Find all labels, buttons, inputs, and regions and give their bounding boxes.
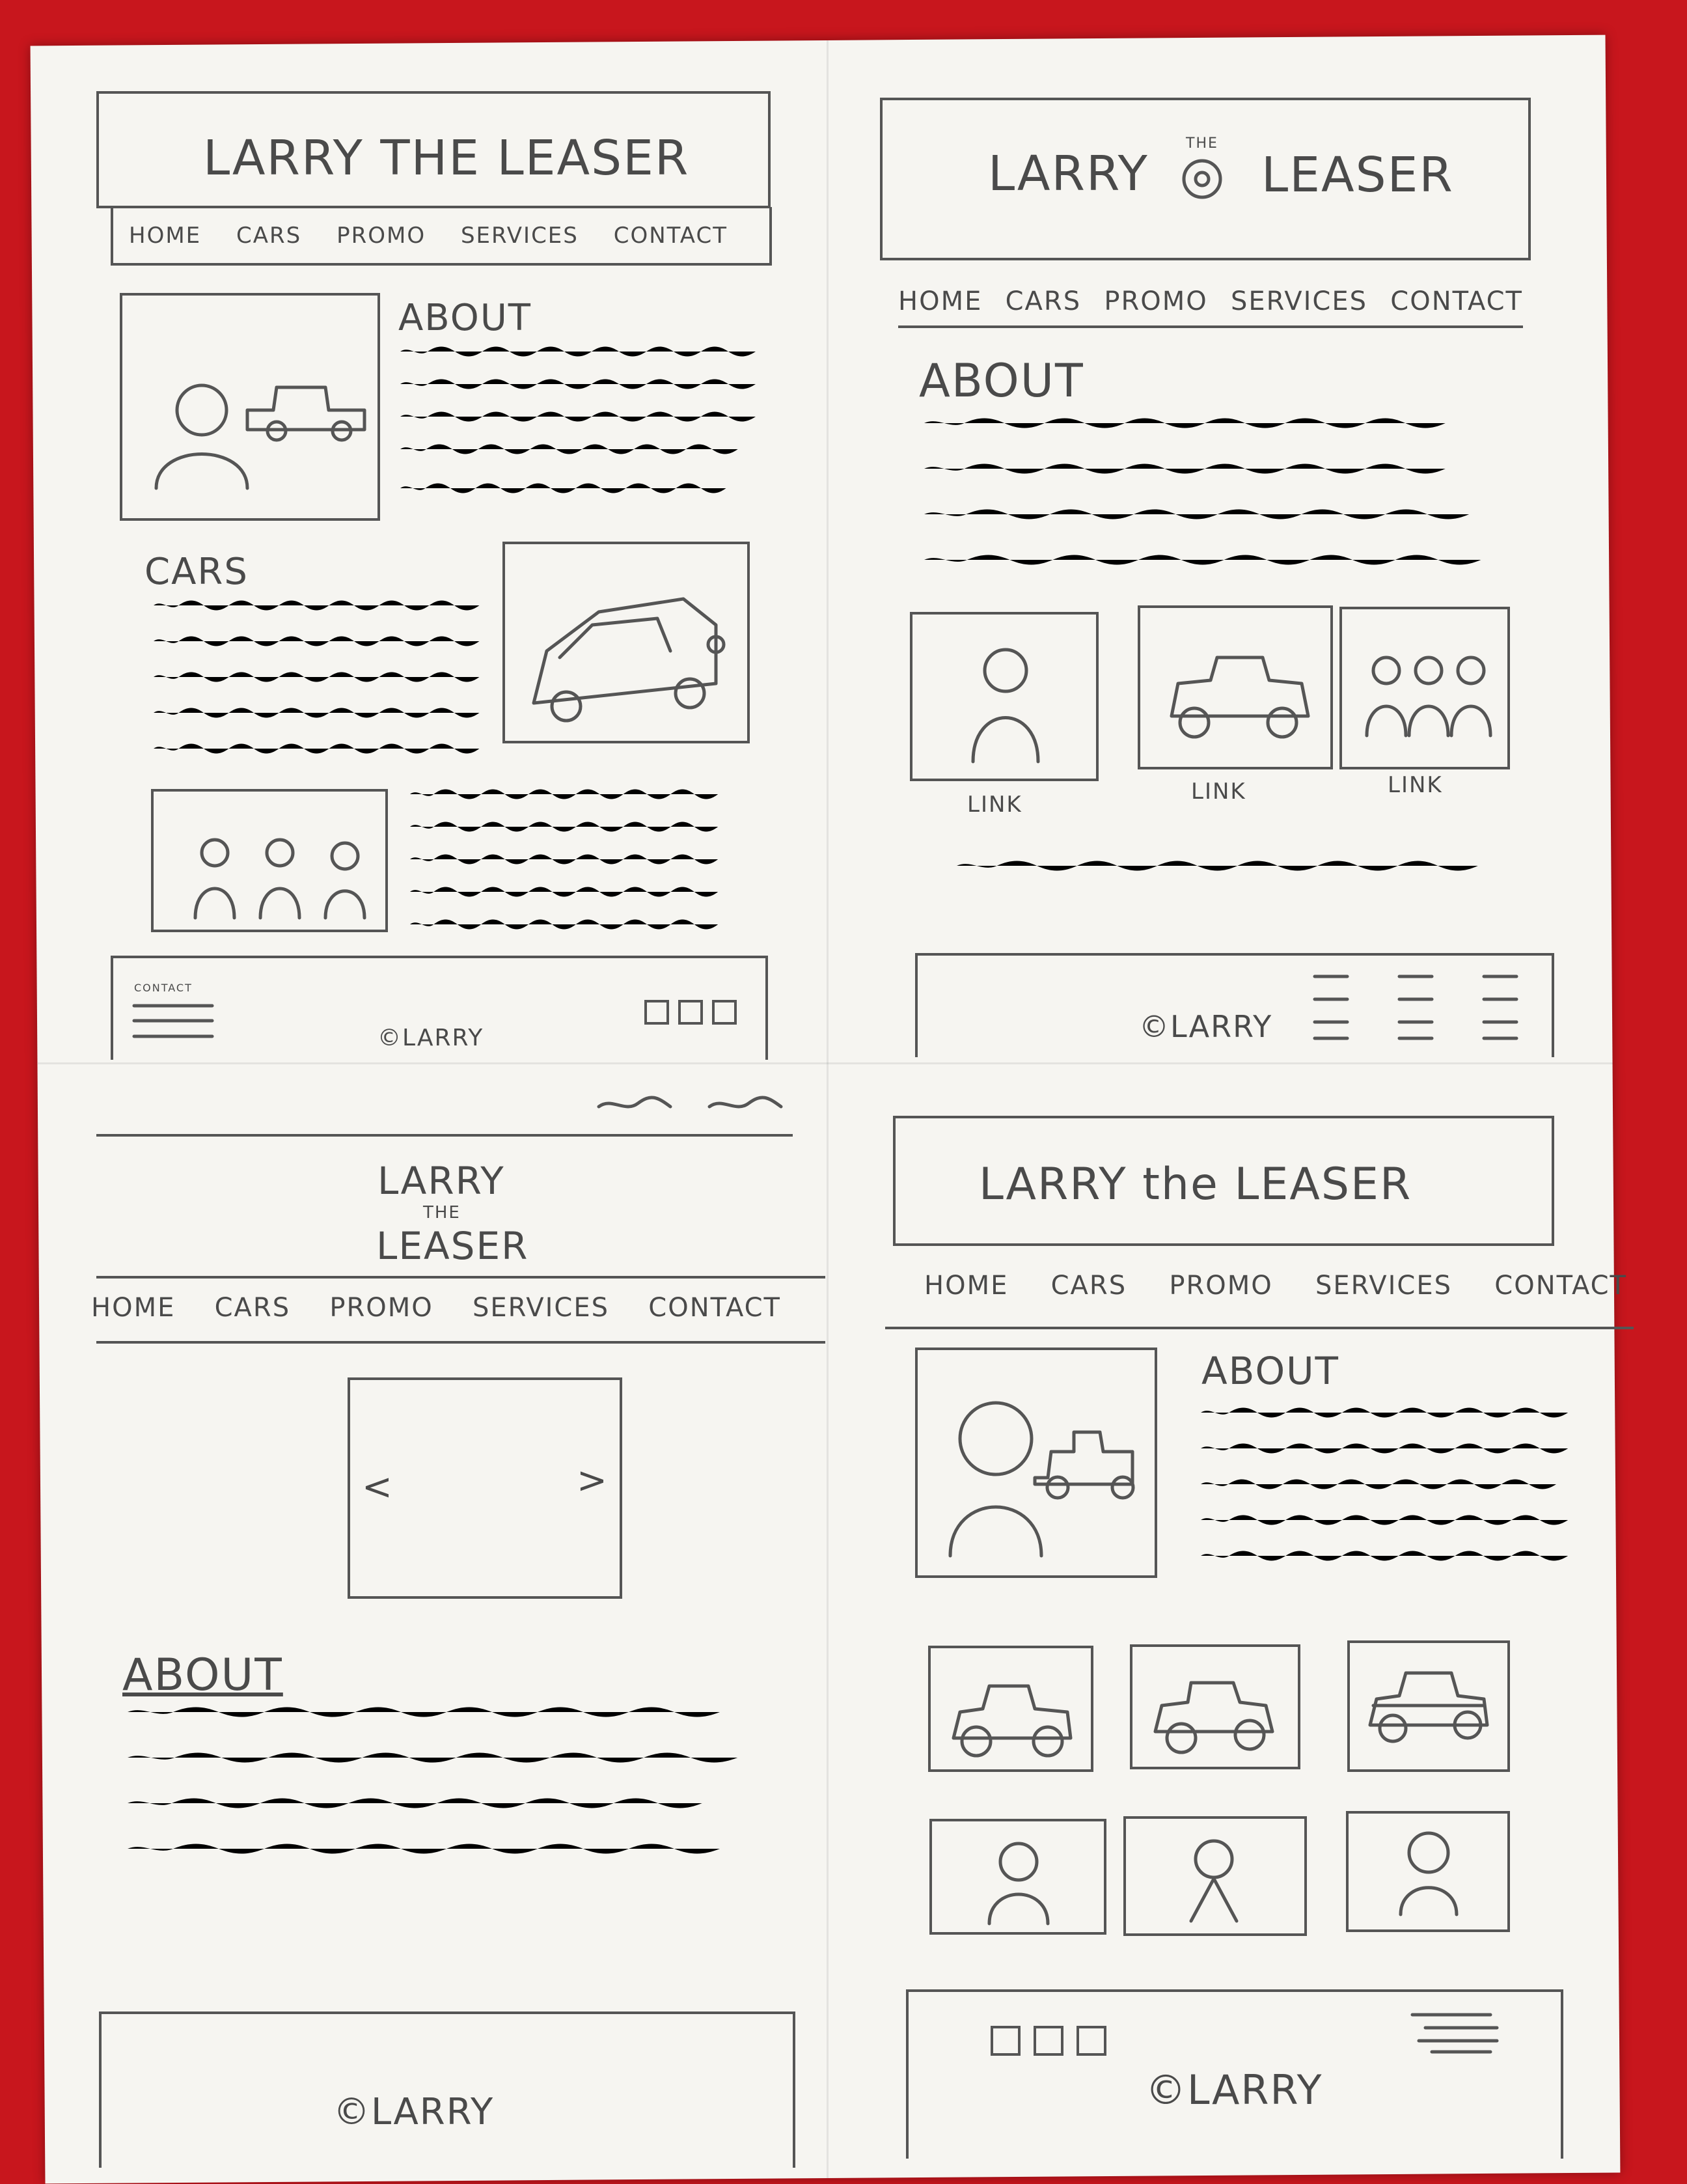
car-icon — [1170, 656, 1310, 739]
link-label-3[interactable]: LINK — [1388, 772, 1443, 798]
nav-cars[interactable]: CARS — [1051, 1271, 1127, 1301]
person-icon — [1189, 1839, 1239, 1923]
title-right: LEASER — [1261, 147, 1454, 203]
nav-cars[interactable]: CARS — [236, 223, 301, 249]
nav-promo[interactable]: PROMO — [1169, 1271, 1272, 1301]
team-icon — [1365, 656, 1492, 738]
title-underline — [96, 1276, 825, 1279]
nav-underline — [96, 1341, 825, 1344]
title-small: THE — [1186, 135, 1218, 152]
about-text-lines — [128, 1707, 738, 1854]
car-icon — [952, 1684, 1073, 1758]
title-left: LARRY — [988, 146, 1149, 202]
link-label-2[interactable]: LINK — [1191, 779, 1246, 805]
cars-text-lines — [154, 600, 480, 754]
team-icon — [193, 838, 366, 920]
nav-home[interactable]: HOME — [129, 223, 201, 249]
nav-home[interactable]: HOME — [924, 1271, 1008, 1301]
person-icon — [971, 648, 1040, 764]
nav-menu: HOME CARS PROMO SERVICES CONTACT — [91, 1293, 781, 1323]
about-text-lines — [1201, 1407, 1569, 1561]
footer-copyright: ©LARRY — [1145, 2066, 1323, 2114]
nav-promo[interactable]: PROMO — [329, 1293, 433, 1323]
nav-underline — [885, 1327, 1634, 1329]
about-text-lines — [924, 418, 1481, 565]
sketch-top-right: LARRY THE LEASER HOME CARS PROMO SERVICE… — [840, 0, 1687, 1068]
nav-cars[interactable]: CARS — [1006, 286, 1081, 316]
nav-contact[interactable]: CONTACT — [648, 1293, 781, 1323]
nav-menu: HOME CARS PROMO SERVICES CONTACT — [898, 286, 1523, 316]
footer-copyright: ©LARRY — [333, 2091, 495, 2133]
nav-contact[interactable]: CONTACT — [614, 223, 728, 249]
about-heading: ABOUT — [398, 297, 532, 339]
footer-box — [99, 2011, 795, 2168]
nav-cars[interactable]: CARS — [215, 1293, 290, 1323]
person-car-icon — [154, 383, 366, 490]
menu-lines-icon[interactable] — [1313, 970, 1529, 1042]
about-heading: ABOUT — [122, 1650, 283, 1701]
instagram-icon[interactable] — [1034, 2026, 1063, 2056]
nav-services[interactable]: SERVICES — [1231, 286, 1367, 316]
top-strip-line — [96, 1134, 793, 1137]
footer-contact-lines — [132, 1004, 214, 1038]
footer-copyright: ©LARRY — [1139, 1009, 1273, 1044]
sketch-bottom-left: LARRY THE LEASER HOME CARS PROMO SERVICE… — [0, 1068, 840, 2184]
menu-lines-icon[interactable] — [1410, 2011, 1503, 2057]
top-strip-wave — [597, 1096, 783, 1109]
title-line-1: LARRY — [377, 1159, 505, 1203]
nav-menu: HOME CARS PROMO SERVICES CONTACT — [129, 223, 728, 249]
footer-contact-label: CONTACT — [134, 982, 193, 994]
nav-home[interactable]: HOME — [91, 1293, 175, 1323]
title-line-3: LEASER — [376, 1224, 529, 1268]
carousel-prev-button[interactable]: < — [362, 1466, 394, 1508]
nav-menu: HOME CARS PROMO SERVICES CONTACT — [924, 1271, 1627, 1301]
about-heading: ABOUT — [919, 354, 1084, 408]
sketch-bottom-right: LARRY the LEASER HOME CARS PROMO SERVICE… — [840, 1068, 1687, 2184]
site-title: LARRY the LEASER — [979, 1159, 1412, 1210]
about-heading: ABOUT — [1201, 1349, 1339, 1393]
nav-promo[interactable]: PROMO — [1104, 286, 1207, 316]
about-text-lines — [400, 346, 756, 493]
bottom-text-line — [957, 861, 1478, 871]
title-line-2: THE — [423, 1203, 461, 1223]
facebook-icon[interactable] — [991, 2026, 1021, 2056]
instagram-icon[interactable] — [678, 1000, 703, 1025]
logo-emblem-icon — [1182, 159, 1222, 199]
cars-heading: CARS — [144, 551, 249, 593]
sketch-top-left: LARRY THE LEASER HOME CARS PROMO SERVICE… — [0, 0, 840, 1068]
linkedin-icon[interactable] — [1077, 2026, 1106, 2056]
car-icon — [1368, 1671, 1489, 1743]
nav-services[interactable]: SERVICES — [1315, 1271, 1452, 1301]
nav-promo[interactable]: PROMO — [336, 223, 426, 249]
person-icon — [1399, 1831, 1459, 1916]
nav-underline — [898, 325, 1523, 328]
person-car-icon — [948, 1401, 1135, 1558]
team-text-lines — [410, 789, 719, 930]
nav-home[interactable]: HOME — [898, 286, 982, 316]
facebook-icon[interactable] — [644, 1000, 669, 1025]
nav-contact[interactable]: CONTACT — [1390, 286, 1523, 316]
nav-services[interactable]: SERVICES — [473, 1293, 609, 1323]
car-icon — [532, 597, 726, 723]
nav-contact[interactable]: CONTACT — [1494, 1271, 1627, 1301]
linkedin-icon[interactable] — [712, 1000, 737, 1025]
site-title: LARRY THE LEASER — [203, 130, 690, 186]
footer-copyright: ©LARRY — [377, 1025, 484, 1051]
carousel-next-button[interactable]: > — [577, 1459, 609, 1502]
car-icon — [1153, 1681, 1274, 1754]
nav-services[interactable]: SERVICES — [461, 223, 579, 249]
link-label-1[interactable]: LINK — [967, 792, 1022, 818]
person-icon — [987, 1842, 1050, 1926]
